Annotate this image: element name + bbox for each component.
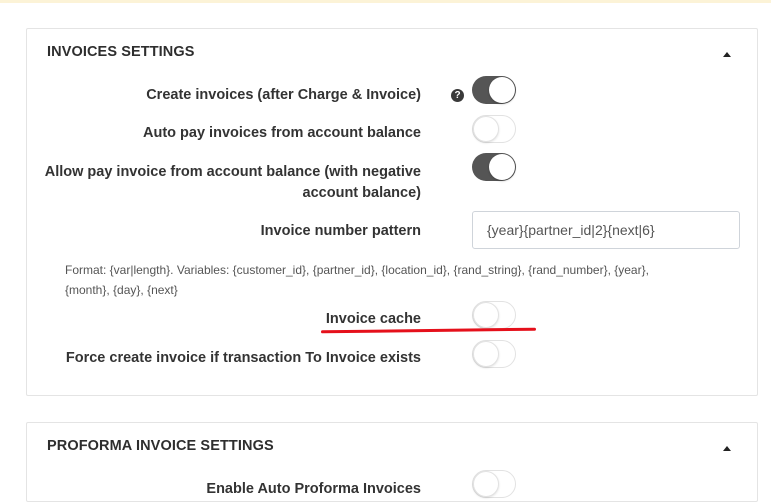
top-notice-strip <box>0 0 771 3</box>
format-hint-line1: Format: {var|length}. Variables: {custom… <box>65 263 649 277</box>
create-invoices-label: Create invoices (after Charge & Invoice) <box>146 87 421 103</box>
help-icon[interactable]: ? <box>451 89 464 102</box>
allow-pay-negative-label-line1: Allow pay invoice from account balance (… <box>44 164 421 180</box>
toggle-knob <box>489 154 515 180</box>
invoice-number-pattern-input[interactable] <box>472 211 740 249</box>
invoices-settings-panel: INVOICES SETTINGS Create invoices (after… <box>26 28 758 396</box>
invoice-cache-toggle[interactable] <box>472 301 516 329</box>
panel-title: PROFORMA INVOICE SETTINGS <box>47 438 274 454</box>
collapse-caret-icon[interactable] <box>723 446 731 451</box>
auto-pay-toggle[interactable] <box>472 115 516 143</box>
proforma-settings-panel: PROFORMA INVOICE SETTINGS Enable Auto Pr… <box>26 422 758 502</box>
enable-auto-proforma-toggle[interactable] <box>472 470 516 498</box>
create-invoices-toggle[interactable] <box>472 76 516 104</box>
panel-title: INVOICES SETTINGS <box>47 44 195 60</box>
toggle-knob <box>489 77 515 103</box>
force-create-label: Force create invoice if transaction To I… <box>65 350 421 366</box>
toggle-knob <box>473 341 499 367</box>
invoice-cache-label: Invoice cache <box>325 311 421 327</box>
enable-auto-proforma-label: Enable Auto Proforma Invoices <box>206 481 421 497</box>
allow-pay-negative-label-line2: account balance) <box>302 185 421 201</box>
force-create-toggle[interactable] <box>472 340 516 368</box>
auto-pay-label: Auto pay invoices from account balance <box>143 125 421 141</box>
collapse-caret-icon[interactable] <box>723 52 731 57</box>
toggle-knob <box>473 302 499 328</box>
format-hint-line2: {month}, {day}, {next} <box>65 283 178 297</box>
format-hint: Format: {var|length}. Variables: {custom… <box>65 260 705 300</box>
toggle-knob <box>473 471 499 497</box>
toggle-knob <box>473 116 499 142</box>
invoice-number-pattern-label: Invoice number pattern <box>260 223 421 239</box>
allow-pay-negative-toggle[interactable] <box>472 153 516 181</box>
allow-pay-negative-label: Allow pay invoice from account balance (… <box>45 162 421 204</box>
